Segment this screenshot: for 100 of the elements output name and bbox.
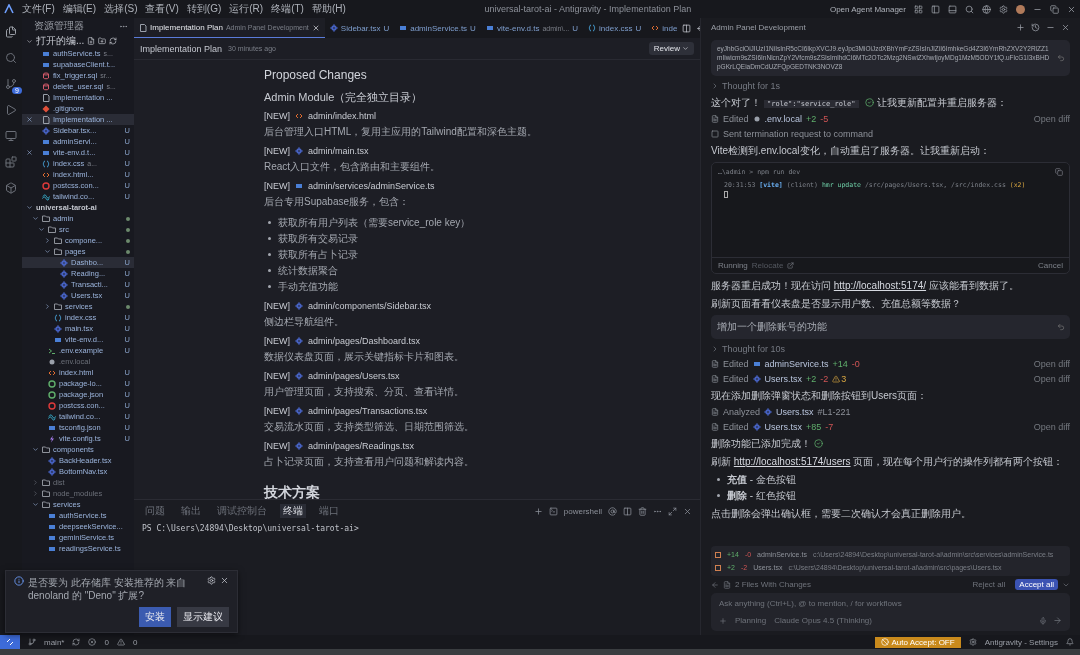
menu-item[interactable]: 终端(T) <box>271 2 304 16</box>
undo-icon[interactable] <box>1057 54 1065 63</box>
menu-item[interactable]: 选择(S) <box>104 2 138 16</box>
copy-icon[interactable] <box>1055 168 1063 177</box>
extensions-icon[interactable] <box>5 156 17 168</box>
panel-tab[interactable]: 终端 <box>280 504 306 518</box>
file-link[interactable]: Users.tsx <box>776 406 814 417</box>
file-link[interactable]: Users.tsx <box>764 373 803 384</box>
new-chat-icon[interactable] <box>1016 22 1025 32</box>
close-icon[interactable] <box>1067 4 1076 14</box>
undo-icon[interactable] <box>1057 323 1065 332</box>
editor-tab[interactable]: index.css U <box>583 18 647 38</box>
search-icon[interactable] <box>965 4 974 14</box>
file-link[interactable]: admin/pages/Dashboard.tsx <box>308 336 421 346</box>
microphone-icon[interactable] <box>1039 616 1047 625</box>
monitor-icon[interactable] <box>5 130 17 142</box>
new-file-icon[interactable] <box>87 37 96 45</box>
link[interactable]: http://localhost:5174/ <box>833 280 927 292</box>
split-editor-icon[interactable] <box>682 23 692 33</box>
open-diff-link[interactable]: Open diff <box>1033 373 1070 384</box>
file-link[interactable]: admin/index.html <box>308 111 377 121</box>
agent-manager-button[interactable]: Open Agent Manager <box>829 4 906 14</box>
new-tag: [NEW] <box>264 301 290 311</box>
file-link[interactable]: .env.local <box>764 114 802 125</box>
globe-icon[interactable] <box>982 4 991 14</box>
menu-item[interactable]: 运行(R) <box>229 2 264 16</box>
maximize-icon[interactable] <box>668 506 677 516</box>
open-diff-link[interactable]: Open diff <box>1033 358 1070 369</box>
split-icon[interactable] <box>623 506 632 516</box>
editor-tab[interactable]: Sidebar.tsx U <box>324 18 395 38</box>
search-icon[interactable] <box>5 52 17 64</box>
file-link[interactable]: admin/pages/Users.tsx <box>308 371 400 381</box>
source-control-icon[interactable] <box>5 78 17 90</box>
file-link[interactable]: admin/main.tsx <box>308 146 369 156</box>
close-icon[interactable] <box>1061 22 1070 32</box>
panel-tab[interactable]: 问题 <box>142 504 168 518</box>
trash-icon[interactable] <box>638 506 647 516</box>
open-diff-link[interactable]: Open diff <box>1033 114 1070 125</box>
list-item: 获取所有用户列表（需要service_role key） <box>278 216 471 229</box>
sidebar-toggle-icon[interactable] <box>931 4 940 14</box>
new-folder-icon[interactable] <box>98 37 107 45</box>
section-header[interactable]: 打开的编... <box>36 34 85 48</box>
link[interactable]: http://localhost:5174/users <box>733 455 851 467</box>
layout-icon[interactable] <box>914 4 923 14</box>
settings-icon[interactable] <box>968 638 977 646</box>
file-link[interactable]: admin/pages/Transactions.tsx <box>308 406 428 416</box>
panel-tab[interactable]: 端口 <box>316 504 342 518</box>
reject-all-button[interactable]: Reject all <box>966 579 1012 590</box>
thought-toggle[interactable]: Thought for 10s <box>722 343 786 354</box>
install-button[interactable]: 安装 <box>139 607 171 627</box>
chat-input-field[interactable]: Ask anything (Ctrl+L), @ to mention, / for workflows <box>719 599 1062 608</box>
menu-item[interactable]: 帮助(H) <box>311 2 346 16</box>
mention-icon[interactable] <box>608 506 617 516</box>
error-count[interactable]: 0 <box>104 637 109 647</box>
close-icon[interactable] <box>26 149 33 156</box>
panel-toggle-icon[interactable] <box>948 4 957 14</box>
warning-count[interactable]: 0 <box>132 637 138 647</box>
file-link[interactable]: admin/pages/Readings.tsx <box>308 441 415 451</box>
settings-icon[interactable] <box>999 4 1008 14</box>
review-button[interactable]: Review <box>648 42 694 55</box>
menu-item[interactable]: 编辑(E) <box>62 2 97 16</box>
remote-icon <box>6 638 14 646</box>
file-icon <box>42 82 50 91</box>
settings-link[interactable]: Antigravity - Settings <box>984 637 1058 647</box>
cube-icon[interactable] <box>5 182 17 194</box>
history-icon[interactable] <box>1031 22 1040 32</box>
menu-item[interactable]: 查看(V) <box>145 2 179 16</box>
suggestions-button[interactable]: 显示建议 <box>177 607 229 627</box>
notifications-icon[interactable] <box>1066 638 1074 646</box>
run-status: Running <box>718 261 748 271</box>
files-icon[interactable] <box>5 26 17 38</box>
sync-icon[interactable] <box>72 638 81 646</box>
close-icon[interactable] <box>26 116 33 123</box>
file-link[interactable]: admin/components/Sidebar.tsx <box>308 301 432 311</box>
editor-tab[interactable]: inde <box>646 18 683 38</box>
run-icon[interactable] <box>5 104 17 116</box>
close-icon[interactable] <box>683 506 692 516</box>
panel-tab[interactable]: 调试控制台 <box>214 504 270 518</box>
refresh-icon[interactable] <box>109 37 118 45</box>
close-icon[interactable] <box>311 23 320 32</box>
file-link[interactable]: Users.tsx <box>764 421 803 432</box>
thought-toggle[interactable]: Thought for 1s <box>722 81 781 92</box>
chevron-down-icon <box>44 248 51 255</box>
accept-all-button[interactable]: Accept all <box>1015 579 1058 590</box>
close-icon[interactable] <box>220 576 229 585</box>
branch-name[interactable]: main* <box>44 637 65 647</box>
restore-icon[interactable] <box>1050 4 1059 14</box>
editor-tab[interactable]: adminService.ts U <box>394 18 481 38</box>
file-link[interactable]: admin/services/adminService.ts <box>308 181 435 191</box>
menu-item[interactable]: 转到(G) <box>186 2 222 16</box>
file-link[interactable]: adminService.ts <box>764 358 829 369</box>
cancel-button[interactable]: Cancel <box>1038 261 1063 271</box>
remote-button[interactable] <box>0 635 20 649</box>
subsection-heading: Admin Module（完全独立目录） <box>264 90 424 105</box>
menu-item[interactable]: 文件(F) <box>22 2 55 16</box>
send-icon[interactable] <box>1053 616 1062 625</box>
open-diff-link[interactable]: Open diff <box>1033 421 1070 432</box>
settings-icon[interactable] <box>207 576 216 585</box>
new-terminal-icon[interactable] <box>533 506 543 516</box>
panel-tab[interactable]: 输出 <box>178 504 204 518</box>
